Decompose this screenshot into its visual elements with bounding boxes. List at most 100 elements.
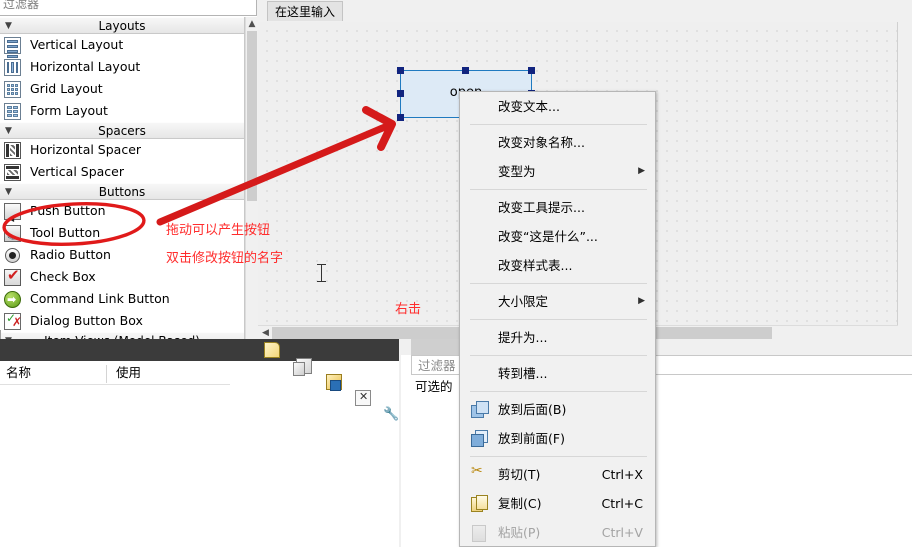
menu-item-shortcut: Ctrl+C	[601, 496, 643, 511]
widget-item-label: Grid Layout	[30, 81, 103, 96]
widget-category-label: Layouts	[98, 19, 146, 33]
edit-icon[interactable]	[326, 374, 342, 391]
widget-category-label: Spacers	[98, 124, 146, 138]
form-tabstrip: 在这里输入	[257, 0, 912, 22]
new-icon[interactable]	[264, 342, 280, 358]
menu-item: 粘贴(P) Ctrl+V	[460, 518, 655, 547]
widget-category-header[interactable]: ▼ Spacers	[0, 122, 244, 139]
horizontal-layout-icon	[4, 59, 21, 76]
menu-item-label: 放到前面(F)	[498, 431, 565, 446]
widget-item-check-box[interactable]: ✔ Check Box	[0, 266, 244, 288]
menu-item-label: 改变对象名称...	[498, 135, 585, 150]
menu-item-label: 转到槽...	[498, 366, 548, 381]
menu-item-label: 复制(C)	[498, 496, 542, 511]
tool-button-icon: ✎	[4, 225, 21, 245]
menu-item-shortcut: Ctrl+X	[601, 467, 643, 482]
bring-to-front-icon	[471, 430, 488, 447]
menu-item[interactable]: 改变工具提示...	[460, 193, 655, 222]
radio-button-icon	[4, 247, 21, 264]
annotation-drag-note: 拖动可以产生按钮	[166, 223, 271, 238]
menu-item-label: 改变工具提示...	[498, 200, 585, 215]
context-menu[interactable]: 改变文本... 改变对象名称... 变型为 ▶ 改变工具提示... 改变“这是什么”...…	[459, 91, 656, 547]
resize-handle-top-center[interactable]	[462, 67, 469, 74]
canvas-gutter	[898, 22, 912, 325]
widget-item-label: Form Layout	[30, 103, 108, 118]
vertical-spacer-icon	[4, 164, 21, 181]
widget-item-grid-layout[interactable]: Grid Layout	[0, 78, 244, 100]
menu-separator	[470, 283, 647, 284]
widget-item-vertical-layout[interactable]: Vertical Layout	[0, 34, 244, 58]
menu-item[interactable]: 变型为 ▶	[460, 157, 655, 186]
horizontal-spacer-icon	[4, 142, 21, 159]
menu-separator	[470, 124, 647, 125]
tab-form-editor[interactable]: 在这里输入	[267, 1, 344, 21]
action-filter-placeholder: 过滤器	[418, 358, 456, 373]
submenu-arrow-icon: ▶	[638, 296, 645, 306]
column-header-name[interactable]: 名称	[0, 361, 120, 385]
menu-item-label: 剪切(T)	[498, 467, 541, 482]
menu-item-label: 粘贴(P)	[498, 525, 541, 540]
menu-item-shortcut: Ctrl+V	[601, 525, 643, 540]
configure-icon[interactable]	[383, 406, 399, 422]
widget-item-label: Horizontal Layout	[30, 59, 141, 74]
check-box-icon: ✔	[4, 267, 21, 286]
widget-item-vertical-spacer[interactable]: Vertical Spacer	[0, 161, 244, 183]
copy-icon[interactable]	[293, 358, 312, 376]
form-layout-icon	[4, 103, 21, 120]
menu-item[interactable]: 转到槽...	[460, 359, 655, 388]
widget-box-filter-input[interactable]: 过滤器	[0, 0, 257, 16]
widget-item-label: Radio Button	[30, 247, 111, 262]
submenu-arrow-icon: ▶	[638, 166, 645, 176]
menu-item[interactable]: 提升为...	[460, 323, 655, 352]
vertical-layout-icon	[4, 37, 21, 58]
widget-item-horizontal-spacer[interactable]: Horizontal Spacer	[0, 139, 244, 161]
chevron-down-icon: ▼	[5, 21, 12, 31]
signal-slot-toolbar	[0, 339, 405, 422]
column-header-usage[interactable]: 使用	[110, 361, 230, 385]
menu-item[interactable]: 大小限定 ▶	[460, 287, 655, 316]
widget-category-header[interactable]: ▼ Layouts	[0, 17, 244, 34]
resize-handle-top-left[interactable]	[397, 67, 404, 74]
menu-item-label: 提升为...	[498, 330, 548, 345]
widget-item-form-layout[interactable]: Form Layout	[0, 100, 244, 122]
menu-separator	[470, 355, 647, 356]
menu-item[interactable]: 剪切(T) Ctrl+X	[460, 460, 655, 489]
widget-item-command-link-button[interactable]: ➡ Command Link Button	[0, 288, 244, 310]
delete-icon[interactable]	[355, 389, 371, 406]
signal-slot-editor-panel: 名称 使用	[0, 339, 405, 547]
send-to-back-icon	[471, 401, 489, 418]
menu-item[interactable]: 放到后面(B)	[460, 395, 655, 424]
menu-item-label: 放到后面(B)	[498, 402, 567, 417]
menu-item-label: 变型为	[498, 164, 536, 179]
menu-item[interactable]: 复制(C) Ctrl+C	[460, 489, 655, 518]
push-button-icon: ◀	[4, 203, 21, 223]
resize-handle-bottom-left[interactable]	[397, 114, 404, 121]
menu-item[interactable]: 改变“这是什么”...	[460, 222, 655, 251]
widget-category-header[interactable]: ▼ Buttons	[0, 183, 244, 200]
annotation-rightclick-note: 右击	[395, 302, 422, 317]
menu-separator	[470, 189, 647, 190]
menu-separator	[470, 391, 647, 392]
cut-icon	[471, 463, 488, 483]
widget-item-dialog-button-box[interactable]: ✓ ✗ Dialog Button Box	[0, 310, 244, 332]
menu-item[interactable]: 改变文本...	[460, 92, 655, 121]
resize-handle-top-right[interactable]	[528, 67, 535, 74]
widget-item-horizontal-layout[interactable]: Horizontal Layout	[0, 56, 244, 78]
grid-layout-icon	[4, 81, 21, 98]
menu-item[interactable]: 改变样式表...	[460, 251, 655, 280]
qt-designer-window: 过滤器 ▼ Layouts Vertical Layout Horizontal La…	[0, 0, 912, 547]
widget-item-label: Check Box	[30, 269, 96, 284]
widget-item-label: Vertical Layout	[30, 37, 124, 52]
command-link-button-icon: ➡	[4, 291, 21, 308]
menu-item[interactable]: 改变对象名称...	[460, 128, 655, 157]
widget-item-label: Command Link Button	[30, 291, 170, 306]
menu-separator	[470, 319, 647, 320]
annotation-dblclick-note: 双击修改按钮的名字	[166, 251, 284, 266]
widget-item-label: Dialog Button Box	[30, 313, 143, 328]
menu-separator	[470, 456, 647, 457]
widget-item-label: Tool Button	[30, 225, 101, 240]
paste-icon	[471, 524, 488, 542]
scroll-left-arrow-icon[interactable]: ◀	[259, 326, 272, 340]
resize-handle-middle-left[interactable]	[397, 90, 404, 97]
menu-item[interactable]: 放到前面(F)	[460, 424, 655, 453]
